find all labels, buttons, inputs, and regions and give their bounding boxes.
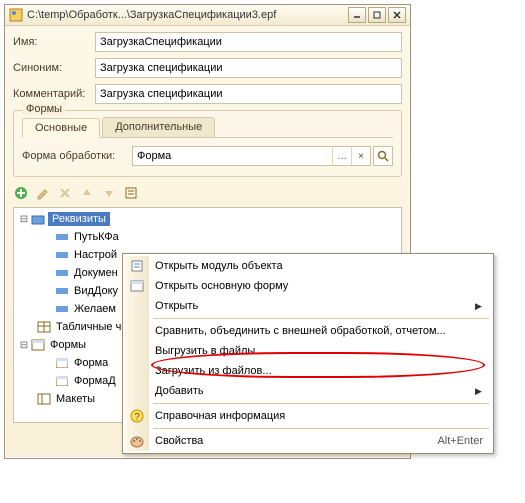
form-clear-button[interactable]: × (351, 147, 370, 165)
form-icon (54, 355, 70, 371)
chevron-right-icon: ▶ (475, 301, 491, 312)
forms-icon (30, 337, 46, 353)
move-up-icon[interactable] (79, 185, 95, 201)
synonym-label: Синоним: (13, 62, 95, 74)
context-menu: Открыть модуль объекта Открыть основную … (122, 253, 494, 454)
comment-label: Комментарий: (13, 88, 95, 100)
tree-node-attributes[interactable]: ⊟ Реквизиты (14, 210, 401, 228)
form-icon (54, 373, 70, 389)
properties-icon[interactable] (123, 185, 139, 201)
form-ellipsis-button[interactable]: … (332, 147, 351, 165)
tree-toolbar (13, 185, 402, 201)
titlebar[interactable]: C:\temp\Обработк...\ЗагрузкаСпецификации… (5, 5, 410, 26)
folder-icon (30, 211, 46, 227)
add-icon[interactable] (13, 185, 29, 201)
form-label: Форма обработки: (22, 150, 132, 162)
ctx-open-module[interactable]: Открыть модуль объекта (125, 256, 491, 276)
ctx-open-main-form[interactable]: Открыть основную форму (125, 276, 491, 296)
separator (153, 428, 489, 429)
chevron-right-icon: ▶ (475, 386, 491, 397)
ctx-export-to-files[interactable]: Выгрузить в файлы... (125, 341, 491, 361)
tab-main[interactable]: Основные (22, 118, 100, 138)
separator (153, 403, 489, 404)
ctx-compare-merge[interactable]: Сравнить, объединить с внешней обработко… (125, 321, 491, 341)
tab-extra[interactable]: Дополнительные (102, 117, 215, 137)
attribute-icon (54, 283, 70, 299)
accelerator-text: Alt+Enter (437, 435, 491, 447)
table-icon (36, 319, 52, 335)
attribute-icon (54, 247, 70, 263)
help-icon: ? (125, 409, 149, 423)
form-open-icon (125, 280, 149, 292)
form-input-wrap: … × (132, 146, 371, 166)
synonym-field[interactable] (95, 58, 402, 78)
comment-field[interactable] (95, 84, 402, 104)
forms-legend: Формы (22, 103, 66, 115)
edit-icon[interactable] (35, 185, 51, 201)
attribute-icon (54, 265, 70, 281)
ctx-help-info[interactable]: ? Справочная информация (125, 406, 491, 426)
name-label: Имя: (13, 36, 95, 48)
module-icon (125, 259, 149, 273)
ctx-properties[interactable]: Свойства Alt+Enter (125, 431, 491, 451)
svg-text:?: ? (134, 412, 140, 423)
forms-group: Формы Основные Дополнительные Форма обра… (13, 110, 402, 177)
attribute-icon (54, 229, 70, 245)
name-field[interactable] (95, 32, 402, 52)
tree-item[interactable]: ПутьКФа (14, 228, 401, 246)
attribute-icon (54, 301, 70, 317)
minimize-button[interactable] (348, 7, 366, 23)
ctx-open-submenu[interactable]: Открыть ▶ (125, 296, 491, 316)
separator (153, 318, 489, 319)
window-title: C:\temp\Обработк...\ЗагрузкаСпецификации… (27, 9, 348, 21)
layout-icon (36, 391, 52, 407)
form-field[interactable] (133, 147, 332, 165)
app-icon (9, 8, 23, 22)
ctx-import-from-files[interactable]: Загрузить из файлов... (125, 361, 491, 381)
properties-palette-icon (125, 434, 149, 448)
close-button[interactable] (388, 7, 406, 23)
form-magnifier-button[interactable] (373, 146, 393, 166)
ctx-add-submenu[interactable]: Добавить ▶ (125, 381, 491, 401)
delete-icon[interactable] (57, 185, 73, 201)
move-down-icon[interactable] (101, 185, 117, 201)
maximize-button[interactable] (368, 7, 386, 23)
